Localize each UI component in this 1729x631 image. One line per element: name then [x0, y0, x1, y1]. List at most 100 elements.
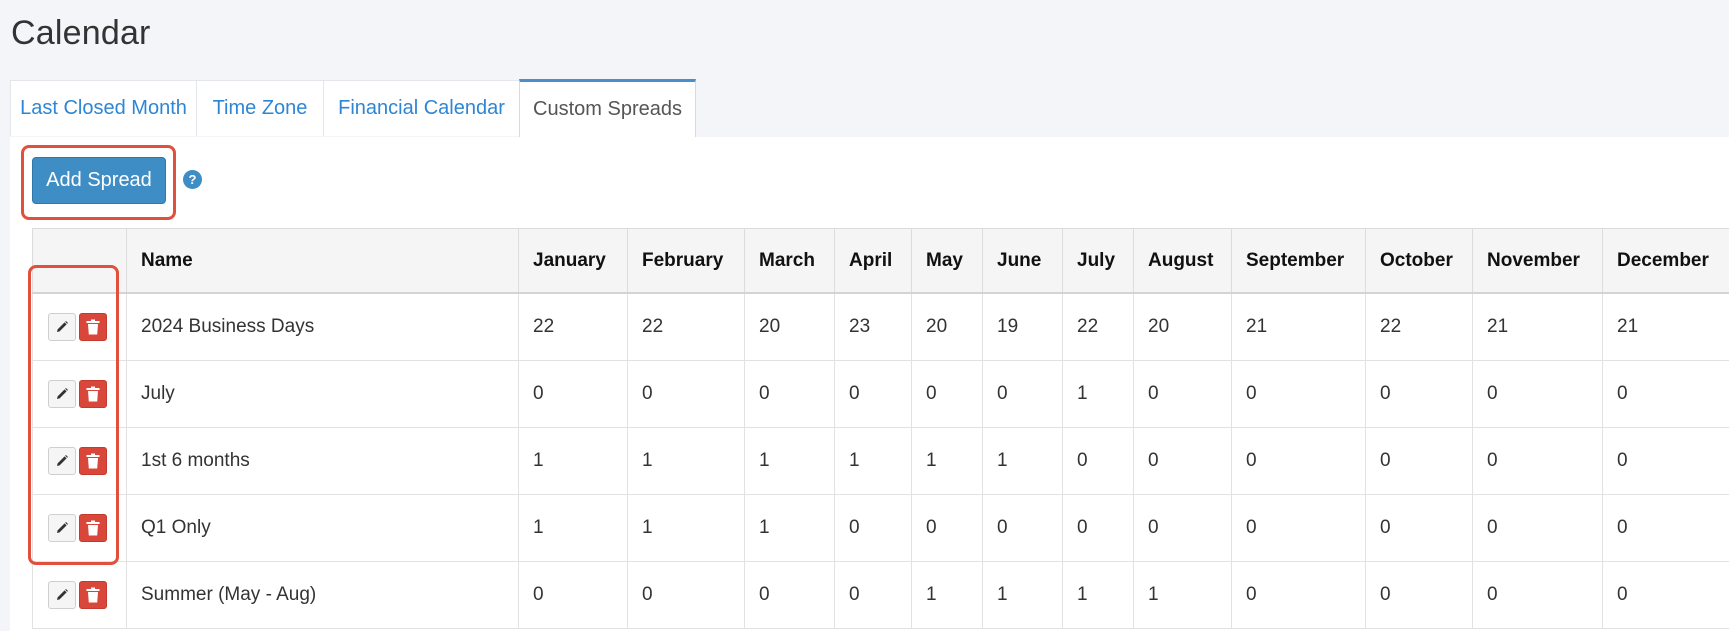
- spread-name: 2024 Business Days: [126, 292, 519, 361]
- column-header-february[interactable]: February: [627, 228, 745, 294]
- edit-button[interactable]: [48, 514, 76, 542]
- tab-financial-calendar[interactable]: Financial Calendar: [323, 80, 520, 136]
- value-february: 1: [627, 494, 745, 562]
- edit-button[interactable]: [48, 380, 76, 408]
- value-november: 0: [1472, 427, 1603, 495]
- tab-last-closed-month[interactable]: Last Closed Month: [10, 80, 197, 136]
- row-actions: [32, 494, 127, 562]
- value-september: 0: [1231, 494, 1366, 562]
- pencil-icon: [57, 321, 68, 332]
- trash-icon: [86, 520, 100, 536]
- table-row: 2024 Business Days 22 22 20 23 20 19 22 20 21 22 21…: [32, 292, 1729, 361]
- delete-button[interactable]: [79, 514, 107, 542]
- value-october: 0: [1365, 427, 1473, 495]
- value-august: 0: [1133, 427, 1232, 495]
- value-march: 0: [744, 561, 835, 629]
- value-february: 1: [627, 427, 745, 495]
- tab-bar: Last Closed Month Time Zone Financial Ca…: [10, 79, 1729, 138]
- value-may: 1: [911, 427, 983, 495]
- value-june: 0: [982, 360, 1063, 428]
- edit-button[interactable]: [48, 313, 76, 341]
- help-icon[interactable]: ?: [183, 170, 202, 189]
- value-april: 0: [834, 360, 912, 428]
- value-november: 0: [1472, 561, 1603, 629]
- column-header-actions: [32, 228, 127, 294]
- delete-button[interactable]: [79, 581, 107, 609]
- value-june: 1: [982, 427, 1063, 495]
- row-actions: [32, 360, 127, 428]
- column-header-april[interactable]: April: [834, 228, 912, 294]
- tab-custom-spreads[interactable]: Custom Spreads: [519, 79, 696, 137]
- spread-name: Q1 Only: [126, 494, 519, 562]
- column-header-january[interactable]: January: [518, 228, 628, 294]
- column-header-october[interactable]: October: [1365, 228, 1473, 294]
- column-header-august[interactable]: August: [1133, 228, 1232, 294]
- table-header-row: Name January February March April May Ju…: [32, 228, 1729, 294]
- delete-button[interactable]: [79, 313, 107, 341]
- column-header-november[interactable]: November: [1472, 228, 1603, 294]
- add-spread-button[interactable]: Add Spread: [32, 157, 166, 204]
- value-october: 0: [1365, 360, 1473, 428]
- value-august: 20: [1133, 292, 1232, 361]
- value-july: 0: [1062, 427, 1134, 495]
- column-header-march[interactable]: March: [744, 228, 835, 294]
- value-december: 0: [1602, 561, 1729, 629]
- edit-button[interactable]: [48, 581, 76, 609]
- column-header-july[interactable]: July: [1062, 228, 1134, 294]
- value-january: 22: [518, 292, 628, 361]
- spread-name: 1st 6 months: [126, 427, 519, 495]
- value-january: 1: [518, 427, 628, 495]
- value-november: 21: [1472, 292, 1603, 361]
- value-august: 0: [1133, 360, 1232, 428]
- value-february: 0: [627, 360, 745, 428]
- column-header-june[interactable]: June: [982, 228, 1063, 294]
- value-september: 21: [1231, 292, 1366, 361]
- trash-icon: [86, 319, 100, 335]
- value-september: 0: [1231, 360, 1366, 428]
- column-header-september[interactable]: September: [1231, 228, 1366, 294]
- column-header-name[interactable]: Name: [126, 228, 519, 294]
- value-october: 0: [1365, 561, 1473, 629]
- value-april: 0: [834, 561, 912, 629]
- table-row: 1st 6 months 1 1 1 1 1 1 0 0 0 0 0 0: [32, 427, 1729, 495]
- value-may: 1: [911, 561, 983, 629]
- value-july: 22: [1062, 292, 1134, 361]
- value-may: 0: [911, 360, 983, 428]
- spread-name: Summer (May - Aug): [126, 561, 519, 629]
- delete-button[interactable]: [79, 447, 107, 475]
- value-march: 1: [744, 494, 835, 562]
- column-header-may[interactable]: May: [911, 228, 983, 294]
- table-row: Summer (May - Aug) 0 0 0 0 1 1 1 1 0 0 0 0: [32, 561, 1729, 629]
- value-april: 0: [834, 494, 912, 562]
- pencil-icon: [57, 455, 68, 466]
- column-header-december[interactable]: December: [1602, 228, 1729, 294]
- spreads-table: Name January February March April May Ju…: [32, 228, 1729, 629]
- value-november: 0: [1472, 360, 1603, 428]
- value-march: 1: [744, 427, 835, 495]
- value-february: 0: [627, 561, 745, 629]
- edit-button[interactable]: [48, 447, 76, 475]
- trash-icon: [86, 386, 100, 402]
- tab-time-zone[interactable]: Time Zone: [196, 80, 324, 136]
- value-april: 1: [834, 427, 912, 495]
- value-june: 0: [982, 494, 1063, 562]
- value-january: 1: [518, 494, 628, 562]
- value-january: 0: [518, 561, 628, 629]
- delete-button[interactable]: [79, 380, 107, 408]
- value-march: 0: [744, 360, 835, 428]
- value-june: 19: [982, 292, 1063, 361]
- table-body: 2024 Business Days 22 22 20 23 20 19 22 20 21 22 21…: [32, 292, 1729, 629]
- value-may: 0: [911, 494, 983, 562]
- row-actions: [32, 292, 127, 361]
- value-august: 1: [1133, 561, 1232, 629]
- value-august: 0: [1133, 494, 1232, 562]
- value-december: 21: [1602, 292, 1729, 361]
- value-december: 0: [1602, 360, 1729, 428]
- value-september: 0: [1231, 561, 1366, 629]
- value-july: 1: [1062, 561, 1134, 629]
- value-october: 0: [1365, 494, 1473, 562]
- table-row: July 0 0 0 0 0 0 1 0 0 0 0 0: [32, 360, 1729, 428]
- pencil-icon: [57, 589, 68, 600]
- pencil-icon: [57, 522, 68, 533]
- trash-icon: [86, 587, 100, 603]
